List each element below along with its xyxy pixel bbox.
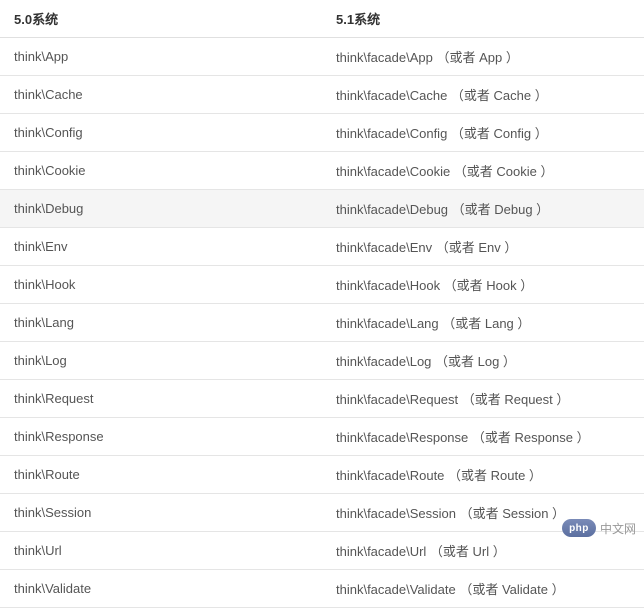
table-row: think\Sessionthink\facade\Session （或者 Se…	[0, 494, 644, 532]
col-header-5-1: 5.1系统	[322, 0, 644, 38]
table-row: think\Validatethink\facade\Validate （或者 …	[0, 570, 644, 608]
cell-5-1: think\facade\Env （或者 Env ）	[322, 228, 644, 266]
cell-5-0: think\Cache	[0, 76, 322, 114]
cell-5-1: think\facade\Cookie （或者 Cookie ）	[322, 152, 644, 190]
table-row: think\Debugthink\facade\Debug （或者 Debug …	[0, 190, 644, 228]
table-row: think\Responsethink\facade\Response （或者 …	[0, 418, 644, 456]
table-row: think\Configthink\facade\Config （或者 Conf…	[0, 114, 644, 152]
col-header-5-0: 5.0系统	[0, 0, 322, 38]
cell-5-1: think\facade\Response （或者 Response ）	[322, 418, 644, 456]
cell-5-0: think\Config	[0, 114, 322, 152]
table-row: think\Cookiethink\facade\Cookie （或者 Cook…	[0, 152, 644, 190]
cell-5-0: think\Lang	[0, 304, 322, 342]
cell-5-0: think\Response	[0, 418, 322, 456]
table-header-row: 5.0系统 5.1系统	[0, 0, 644, 38]
cell-5-1: think\facade\Session （或者 Session ）	[322, 494, 644, 532]
table-row: think\Logthink\facade\Log （或者 Log ）	[0, 342, 644, 380]
cell-5-1: think\facade\Config （或者 Config ）	[322, 114, 644, 152]
table-row: think\Cachethink\facade\Cache （或者 Cache …	[0, 76, 644, 114]
table-row: think\Requestthink\facade\Request （或者 Re…	[0, 380, 644, 418]
cell-5-0: think\Log	[0, 342, 322, 380]
cell-5-1: think\facade\App （或者 App ）	[322, 38, 644, 76]
cell-5-0: think\Env	[0, 228, 322, 266]
cell-5-0: think\Route	[0, 456, 322, 494]
class-mapping-table: 5.0系统 5.1系统 think\Appthink\facade\App （或…	[0, 0, 644, 608]
cell-5-0: think\Url	[0, 532, 322, 570]
table-row: think\Hookthink\facade\Hook （或者 Hook ）	[0, 266, 644, 304]
cell-5-0: think\Validate	[0, 570, 322, 608]
table-row: think\Envthink\facade\Env （或者 Env ）	[0, 228, 644, 266]
cell-5-1: think\facade\Log （或者 Log ）	[322, 342, 644, 380]
table-row: think\Urlthink\facade\Url （或者 Url ）	[0, 532, 644, 570]
cell-5-1: think\facade\Validate （或者 Validate ）	[322, 570, 644, 608]
cell-5-1: think\facade\Hook （或者 Hook ）	[322, 266, 644, 304]
cell-5-1: think\facade\Request （或者 Request ）	[322, 380, 644, 418]
cell-5-0: think\Debug	[0, 190, 322, 228]
cell-5-0: think\App	[0, 38, 322, 76]
cell-5-0: think\Cookie	[0, 152, 322, 190]
table-row: think\Appthink\facade\App （或者 App ）	[0, 38, 644, 76]
cell-5-1: think\facade\Debug （或者 Debug ）	[322, 190, 644, 228]
cell-5-0: think\Request	[0, 380, 322, 418]
cell-5-0: think\Hook	[0, 266, 322, 304]
cell-5-1: think\facade\Route （或者 Route ）	[322, 456, 644, 494]
cell-5-0: think\Session	[0, 494, 322, 532]
cell-5-1: think\facade\Lang （或者 Lang ）	[322, 304, 644, 342]
table-row: think\Langthink\facade\Lang （或者 Lang ）	[0, 304, 644, 342]
cell-5-1: think\facade\Url （或者 Url ）	[322, 532, 644, 570]
cell-5-1: think\facade\Cache （或者 Cache ）	[322, 76, 644, 114]
table-row: think\Routethink\facade\Route （或者 Route …	[0, 456, 644, 494]
